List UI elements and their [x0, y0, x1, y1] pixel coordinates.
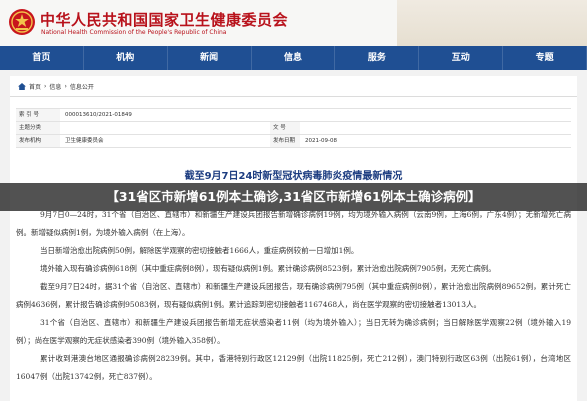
nav-item-organization[interactable]: 机构 [84, 46, 168, 70]
nav-item-home[interactable]: 首页 [0, 46, 84, 70]
meta-row: 发布机构 卫生健康委员会 发布日期 2021-09-08 [16, 135, 571, 148]
meta-value [300, 122, 571, 134]
article-paragraph: 当日新增治愈出院病例50例，解除医学观察的密切接触者1666人，重症病例较前一日… [40, 246, 359, 255]
breadcrumb: 首页 › 信息 › 信息公开 [18, 82, 94, 91]
breadcrumb-home[interactable]: 首页 [29, 82, 41, 91]
overlay-headline: 【31省区市新增61例本土确诊,31省区市新增61例本土确诊病例】 [106, 189, 481, 204]
meta-value: 卫生健康委员会 [65, 138, 104, 144]
meta-value: 000013610/2021-01849 [65, 112, 132, 118]
article-body: 9月7日0—24时，31个省（自治区、直辖市）和新疆生产建设兵团报告新增确诊病例… [16, 206, 571, 386]
document-meta-table: 索 引 号 000013610/2021-01849 主题分类 文 号 发布机构… [16, 108, 571, 148]
article-title: 截至9月7日24时新型冠状病毒肺炎疫情最新情况 [184, 171, 403, 182]
breadcrumb-separator: › [64, 83, 67, 90]
main-nav: 首页 机构 新闻 信息 服务 互动 专题 [0, 46, 587, 70]
header-decoration [397, 0, 587, 46]
national-emblem-icon [9, 9, 35, 35]
nav-item-interaction[interactable]: 互动 [419, 46, 504, 70]
content-page: 首页 › 信息 › 信息公开 索 引 号 000013610/2021-0184… [10, 76, 577, 401]
meta-value: 2021-09-08 [305, 138, 337, 144]
breadcrumb-separator: › [44, 83, 47, 90]
article-paragraph: 31个省（自治区、直辖市）和新疆生产建设兵团报告新增无症状感染者11例（均为境外… [16, 318, 571, 345]
nav-item-service[interactable]: 服务 [335, 46, 420, 70]
nav-item-news[interactable]: 新闻 [168, 46, 252, 70]
meta-label: 主题分类 [16, 122, 60, 134]
breadcrumb-disclosure[interactable]: 信息公开 [70, 82, 94, 91]
meta-value [60, 122, 270, 134]
meta-row: 索 引 号 000013610/2021-01849 [16, 109, 571, 122]
site-subtitle-en: National Health Commission of the People… [41, 29, 227, 36]
article-paragraph: 截至9月7日24时，据31个省（自治区、直辖市）和新疆生产建设兵团报告，现有确诊… [16, 282, 571, 309]
breadcrumb-info[interactable]: 信息 [49, 82, 61, 91]
home-icon [18, 83, 26, 90]
nav-item-topics[interactable]: 专题 [503, 46, 587, 70]
meta-row: 主题分类 文 号 [16, 122, 571, 135]
meta-label: 文 号 [270, 122, 300, 134]
meta-label: 发布机构 [16, 135, 60, 147]
headline-overlay-banner: 【31省区市新增61例本土确诊,31省区市新增61例本土确诊病例】 [0, 183, 587, 211]
divider [10, 96, 577, 97]
meta-label: 索 引 号 [16, 109, 60, 121]
article-paragraph: 9月7日0—24时，31个省（自治区、直辖市）和新疆生产建设兵团报告新增确诊病例… [16, 210, 571, 237]
article-paragraph: 累计收到港澳台地区通报确诊病例28239例。其中，香港特别行政区12129例（出… [16, 354, 571, 381]
nav-item-information[interactable]: 信息 [252, 46, 336, 70]
site-title[interactable]: 中华人民共和国国家卫生健康委员会 [40, 9, 288, 30]
meta-label: 发布日期 [270, 135, 300, 147]
article-paragraph: 境外输入现有确诊病例618例（其中重症病例8例），现有疑似病例1例。累计确诊病例… [40, 264, 496, 273]
site-header: 中华人民共和国国家卫生健康委员会 National Health Commiss… [0, 0, 587, 46]
